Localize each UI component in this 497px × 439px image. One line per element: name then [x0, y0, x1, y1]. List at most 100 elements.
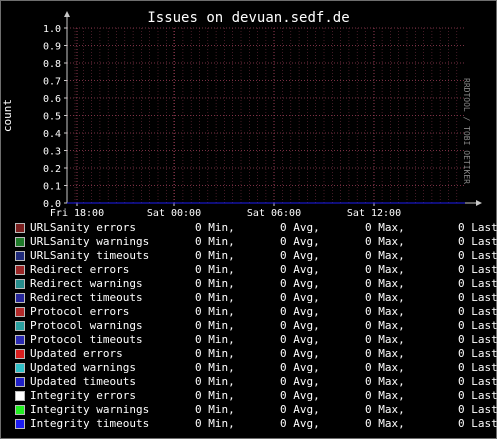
y-tick-label: 0.5	[43, 112, 61, 123]
legend-max: 0 Max,	[365, 291, 405, 304]
y-tick-label: 0.2	[43, 164, 61, 175]
legend-min: 0 Min,	[195, 305, 235, 318]
x-tick-label: Sat 12:00	[347, 208, 401, 219]
legend-swatch	[15, 307, 25, 317]
legend-avg: 0 Avg,	[280, 291, 320, 304]
legend-row: URLSanity timeouts 0 Min, 0 Avg, 0 Max, 0 La…	[0, 249, 497, 263]
legend-min: 0 Min,	[195, 347, 235, 360]
legend-last: 0 Last	[458, 347, 497, 360]
legend-max: 0 Max,	[365, 235, 405, 248]
legend-row: Redirect warnings 0 Min, 0 Avg, 0 Max, 0 Las…	[0, 277, 497, 291]
legend-series-name: URLSanity timeouts	[30, 249, 150, 262]
legend-last: 0 Last	[458, 403, 497, 416]
legend-row: Updated errors 0 Min, 0 Avg, 0 Max, 0 Last	[0, 347, 497, 361]
legend-avg: 0 Avg,	[280, 389, 320, 402]
legend-row: Integrity errors 0 Min, 0 Avg, 0 Max, 0 Last	[0, 389, 497, 403]
legend-avg: 0 Avg,	[280, 361, 320, 374]
legend-last: 0 Last	[458, 333, 497, 346]
legend-avg: 0 Avg,	[280, 221, 320, 234]
legend-swatch	[15, 377, 25, 387]
legend-row: Integrity warnings 0 Min, 0 Avg, 0 Max, 0 La…	[0, 403, 497, 417]
legend-swatch	[15, 363, 25, 373]
legend-avg: 0 Avg,	[280, 347, 320, 360]
legend-row: Protocol errors 0 Min, 0 Avg, 0 Max, 0 Last	[0, 305, 497, 319]
legend-row: URLSanity warnings 0 Min, 0 Avg, 0 Max, 0 La…	[0, 235, 497, 249]
legend-min: 0 Min,	[195, 375, 235, 388]
y-tick-label: 1.0	[43, 24, 61, 35]
legend-last: 0 Last	[458, 417, 497, 430]
y-tick-label: 0.6	[43, 94, 61, 105]
legend-series-name: Redirect timeouts	[30, 291, 143, 304]
x-tick-label: Sat 00:00	[147, 208, 201, 219]
legend-swatch	[15, 293, 25, 303]
legend-max: 0 Max,	[365, 417, 405, 430]
legend-min: 0 Min,	[195, 361, 235, 374]
legend-last: 0 Last	[458, 221, 497, 234]
legend-max: 0 Max,	[365, 277, 405, 290]
legend-last: 0 Last	[458, 249, 497, 262]
legend-max: 0 Max,	[365, 249, 405, 262]
legend-avg: 0 Avg,	[280, 277, 320, 290]
legend-series-name: Redirect errors	[30, 263, 130, 276]
y-tick-label: 0.4	[43, 129, 61, 140]
legend-last: 0 Last	[458, 263, 497, 276]
legend-series-name: Protocol timeouts	[30, 333, 143, 346]
legend-max: 0 Max,	[365, 263, 405, 276]
legend-max: 0 Max,	[365, 361, 405, 374]
legend-min: 0 Min,	[195, 403, 235, 416]
y-tick-label: 0.1	[43, 182, 61, 193]
legend-min: 0 Min,	[195, 221, 235, 234]
legend-row: Protocol timeouts 0 Min, 0 Avg, 0 Max, 0 Las…	[0, 333, 497, 347]
legend-last: 0 Last	[458, 389, 497, 402]
legend-series-name: Redirect warnings	[30, 277, 143, 290]
legend-min: 0 Min,	[195, 291, 235, 304]
legend-last: 0 Last	[458, 361, 497, 374]
legend-max: 0 Max,	[365, 319, 405, 332]
legend-series-name: Protocol errors	[30, 305, 130, 318]
y-tick-label: 0.7	[43, 77, 61, 88]
y-tick-label: 0.3	[43, 147, 61, 158]
legend-row: Redirect errors 0 Min, 0 Avg, 0 Max, 0 Last	[0, 263, 497, 277]
legend-series-name: URLSanity warnings	[30, 235, 150, 248]
legend-row: Updated warnings 0 Min, 0 Avg, 0 Max, 0 Last	[0, 361, 497, 375]
legend-swatch	[15, 223, 25, 233]
legend-avg: 0 Avg,	[280, 249, 320, 262]
legend-last: 0 Last	[458, 235, 497, 248]
legend-swatch	[15, 335, 25, 345]
legend-avg: 0 Avg,	[280, 319, 320, 332]
x-tick-label: Sat 06:00	[247, 208, 301, 219]
legend-min: 0 Min,	[195, 277, 235, 290]
legend-max: 0 Max,	[365, 403, 405, 416]
legend-last: 0 Last	[458, 305, 497, 318]
legend-row: Updated timeouts 0 Min, 0 Avg, 0 Max, 0 Last	[0, 375, 497, 389]
x-axis-arrow	[476, 200, 482, 206]
legend-avg: 0 Avg,	[280, 417, 320, 430]
legend-min: 0 Min,	[195, 263, 235, 276]
y-tick-label: 0.8	[43, 59, 61, 70]
legend-avg: 0 Avg,	[280, 403, 320, 416]
legend-series-name: Protocol warnings	[30, 319, 143, 332]
legend-series-name: Integrity warnings	[30, 403, 150, 416]
legend-row: URLSanity errors 0 Min, 0 Avg, 0 Max, 0 Last	[0, 221, 497, 235]
legend-last: 0 Last	[458, 319, 497, 332]
legend-last: 0 Last	[458, 277, 497, 290]
legend-row: Integrity timeouts 0 Min, 0 Avg, 0 Max, 0 La…	[0, 417, 497, 431]
legend-max: 0 Max,	[365, 347, 405, 360]
legend-series-name: URLSanity errors	[30, 221, 136, 234]
legend-swatch	[15, 279, 25, 289]
legend-series-name: Updated timeouts	[30, 375, 136, 388]
legend-swatch	[15, 419, 25, 429]
legend-max: 0 Max,	[365, 305, 405, 318]
x-tick-label: Fri 18:00	[50, 208, 104, 219]
legend-max: 0 Max,	[365, 333, 405, 346]
legend-min: 0 Min,	[195, 319, 235, 332]
legend-min: 0 Min,	[195, 417, 235, 430]
legend-max: 0 Max,	[365, 221, 405, 234]
legend-swatch	[15, 251, 25, 261]
legend-max: 0 Max,	[365, 375, 405, 388]
legend-row: Redirect timeouts 0 Min, 0 Avg, 0 Max, 0 Las…	[0, 291, 497, 305]
legend-avg: 0 Avg,	[280, 305, 320, 318]
legend-series-name: Integrity timeouts	[30, 417, 150, 430]
y-axis-arrow	[64, 11, 70, 17]
legend-avg: 0 Avg,	[280, 375, 320, 388]
